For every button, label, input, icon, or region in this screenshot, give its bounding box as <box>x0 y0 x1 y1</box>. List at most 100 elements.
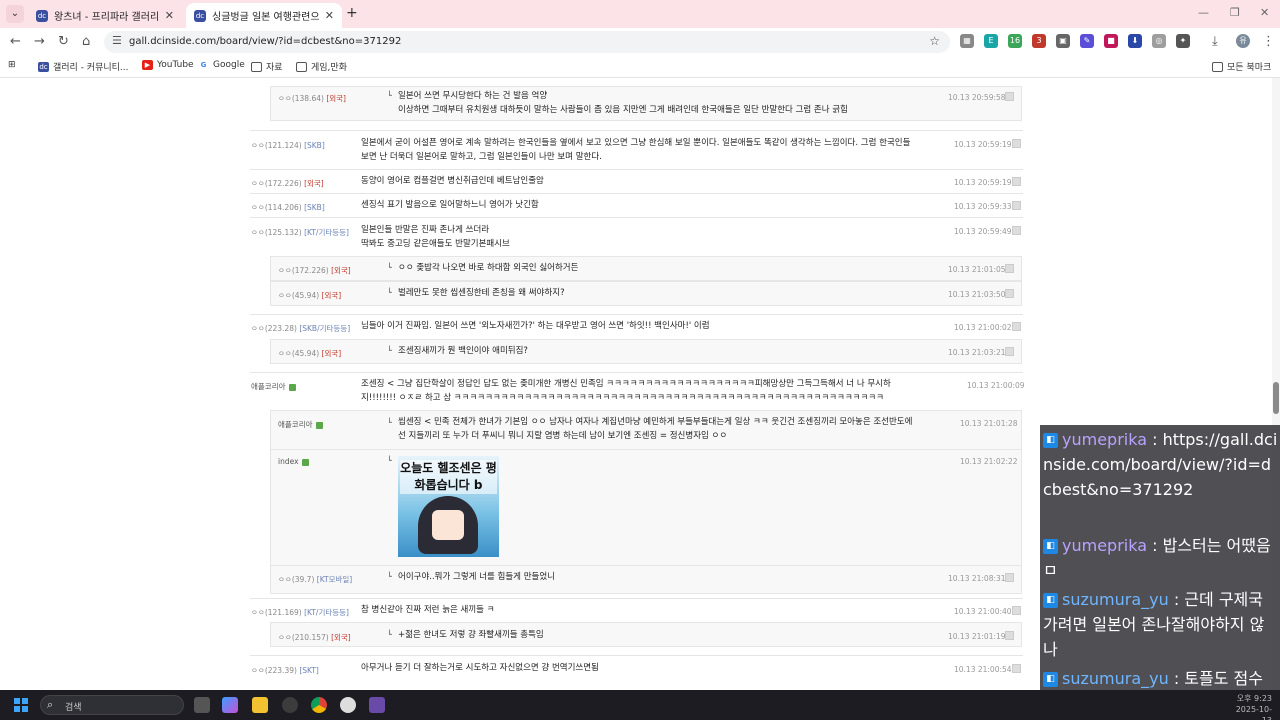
comment-author[interactable]: ㅇㅇ(45.94) [외국] <box>278 290 341 301</box>
bookmark-google[interactable]: G Google <box>198 60 245 70</box>
minimize-icon[interactable]: — <box>1198 6 1209 19</box>
bookmark-star-icon[interactable]: ☆ <box>929 34 940 48</box>
maximize-icon[interactable]: ❐ <box>1230 6 1240 19</box>
comment-author[interactable]: ㅇㅇ(39.7) [KT모바일] <box>278 574 352 585</box>
extension-icon[interactable]: ▣ <box>1056 34 1070 48</box>
browser-toolbar: ← → ↻ ⌂ ☰ gall.dcinside.com/board/view/?… <box>0 28 1280 56</box>
app-icon[interactable] <box>369 697 385 713</box>
delete-icon[interactable] <box>1012 664 1021 673</box>
comment-author[interactable]: ㅇㅇ(223.39) [SKT] <box>251 665 319 676</box>
chat-user-icon: ◧ <box>1043 433 1058 448</box>
delete-icon[interactable] <box>1012 177 1021 186</box>
ip: (45.94) <box>291 291 320 300</box>
forward-icon[interactable]: → <box>34 34 45 49</box>
extension-icon[interactable]: ⬇ <box>1128 34 1142 48</box>
delete-icon[interactable] <box>1005 347 1014 356</box>
extension-badge-icon[interactable]: 16 <box>1008 34 1022 48</box>
comment-author[interactable]: 애플코리아 <box>278 419 323 430</box>
delete-icon[interactable] <box>1012 322 1021 331</box>
copilot-icon[interactable] <box>222 697 238 713</box>
delete-icon[interactable] <box>1005 573 1014 582</box>
folder-icon <box>296 61 307 72</box>
close-icon[interactable]: ✕ <box>165 9 174 22</box>
delete-icon[interactable] <box>1012 226 1021 235</box>
site-info-icon[interactable]: ☰ <box>112 34 122 47</box>
extensions-puzzle-icon[interactable]: ✦ <box>1176 34 1190 48</box>
bookmark-label: Google <box>213 60 245 70</box>
extension-icon[interactable]: ◎ <box>1152 34 1166 48</box>
back-icon[interactable]: ← <box>10 34 21 49</box>
delete-icon[interactable] <box>1012 606 1021 615</box>
comment-author[interactable]: ㅇㅇ(114.206) [SKB] <box>251 202 325 213</box>
scrollbar-thumb[interactable] <box>1273 382 1279 414</box>
file-explorer-icon[interactable] <box>252 697 268 713</box>
comment-date: 10.13 20:59:19 <box>954 178 1012 187</box>
comment-author[interactable]: ㅇㅇ(45.94) [외국] <box>278 348 341 359</box>
comment-author[interactable]: ㅇㅇ(172.226) [외국] <box>278 265 351 276</box>
close-icon[interactable]: ✕ <box>325 9 334 22</box>
url-text[interactable]: gall.dcinside.com/board/view/?id=dcbest&… <box>129 36 401 47</box>
address-bar[interactable]: ☰ gall.dcinside.com/board/view/?id=dcbes… <box>104 31 950 53</box>
search-icon: ⌕ <box>47 698 54 711</box>
system-clock[interactable]: 오후 9:23 2025-10-13 <box>1228 693 1272 720</box>
app-icon[interactable] <box>282 697 298 713</box>
comment-line: 일본어 쓰면 무시당한다 하는 건 발음 억양 <box>398 91 548 101</box>
comment-date: 10.13 21:01:28 <box>960 419 1018 428</box>
extension-icon[interactable]: ■ <box>1104 34 1118 48</box>
delete-icon[interactable] <box>1005 631 1014 640</box>
isp: [외국] <box>331 633 351 642</box>
bookmark-gallery[interactable]: dc 갤러리 - 커뮤니티... <box>38 60 129 73</box>
comment-author[interactable]: 애플코리아 <box>251 381 296 392</box>
taskbar-search[interactable]: ⌕ 검색 <box>40 695 184 715</box>
avatar[interactable]: 유 <box>1236 34 1250 48</box>
isp: [SKT] <box>299 666 319 675</box>
new-tab-button[interactable]: + <box>346 5 358 21</box>
divider <box>250 372 1023 373</box>
extension-icon[interactable]: ✎ <box>1080 34 1094 48</box>
comment-author[interactable]: ㅇㅇ(121.169) [KT/기타등등] <box>251 607 349 618</box>
delete-icon[interactable] <box>1005 92 1014 101</box>
chat-username: yumeprika <box>1062 430 1148 449</box>
windows-start-icon[interactable] <box>14 698 28 712</box>
reply-arrow-icon: └ <box>387 263 392 272</box>
nick: 애플코리아 <box>278 420 313 429</box>
tab-article[interactable]: dc 싱글벙글 일본 여행관련으로 조 ✕ <box>186 3 342 28</box>
chrome-icon[interactable] <box>311 697 327 713</box>
comment-author[interactable]: ㅇㅇ(138.64) [외국] <box>278 93 346 104</box>
nick: ㅇㅇ <box>278 575 292 584</box>
bookmark-folder-data[interactable]: 자료 <box>251 60 283 73</box>
tab-search-button[interactable]: ⌄ <box>6 5 24 23</box>
apps-grid-icon[interactable]: ⊞ <box>8 60 16 70</box>
comment-author[interactable]: ㅇㅇ(121.124) [SKB] <box>251 140 325 151</box>
extension-icon[interactable]: ▦ <box>960 34 974 48</box>
delete-icon[interactable] <box>1005 289 1014 298</box>
divider <box>250 655 1023 656</box>
all-bookmarks[interactable]: 모든 북마크 <box>1212 60 1271 73</box>
download-icon[interactable]: ⤓ <box>1212 34 1218 49</box>
divider <box>250 169 1023 170</box>
reply-arrow-icon: └ <box>387 91 392 100</box>
extension-badge-icon[interactable]: 3 <box>1032 34 1046 48</box>
comment-author[interactable]: ㅇㅇ(125.132) [KT/기타등등] <box>251 227 349 238</box>
ip: (138.64) <box>291 94 324 103</box>
extension-icon[interactable]: E <box>984 34 998 48</box>
reload-icon[interactable]: ↻ <box>58 34 69 49</box>
bookmark-folder-games[interactable]: 게임,만화 <box>296 60 347 73</box>
bookmark-youtube[interactable]: ▶ YouTube <box>142 60 194 70</box>
more-menu-icon[interactable]: ⋮ <box>1262 34 1275 49</box>
close-window-icon[interactable]: ✕ <box>1260 6 1269 19</box>
delete-icon[interactable] <box>1012 139 1021 148</box>
home-icon[interactable]: ⌂ <box>82 34 90 49</box>
comment-author[interactable]: ㅇㅇ(210.157) [외국] <box>278 632 351 643</box>
comment-author[interactable]: index <box>278 457 309 466</box>
delete-icon[interactable] <box>1005 264 1014 273</box>
reply-arrow-icon: └ <box>387 456 392 465</box>
chat-username: suzumura_yu <box>1062 669 1169 688</box>
comment-author[interactable]: ㅇㅇ(223.28) [SKB/기타등등] <box>251 323 350 334</box>
task-view-icon[interactable] <box>194 697 210 713</box>
comment-author[interactable]: ㅇㅇ(172.226) [외국] <box>251 178 324 189</box>
app-icon[interactable] <box>340 697 356 713</box>
ip: (223.28) <box>264 324 297 333</box>
tab-gallery[interactable]: dc 왕츠녀 - 프리파라 갤러리 ✕ <box>28 3 182 28</box>
delete-icon[interactable] <box>1012 201 1021 210</box>
